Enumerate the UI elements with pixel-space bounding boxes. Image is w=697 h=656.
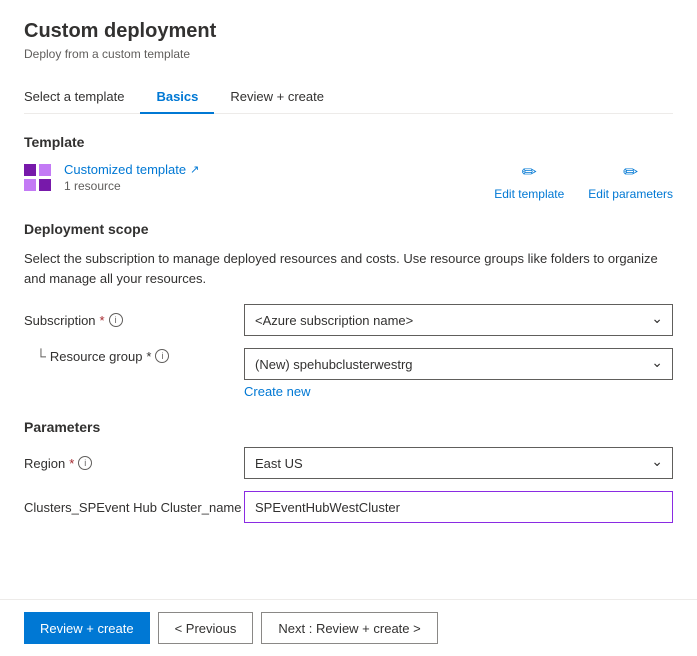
parameters-section: Parameters Region * i East US Clusters_S… bbox=[24, 419, 673, 523]
resource-group-row: Resource group * i (New) spehubclusterwe… bbox=[24, 348, 673, 380]
resource-group-required: * bbox=[146, 349, 151, 364]
scope-description: Select the subscription to manage deploy… bbox=[24, 249, 673, 288]
resource-group-info-icon[interactable]: i bbox=[155, 349, 169, 363]
resource-group-select-wrapper: (New) spehubclusterwestrg bbox=[244, 348, 673, 380]
subscription-select-wrapper: <Azure subscription name> bbox=[244, 304, 673, 336]
subscription-select[interactable]: <Azure subscription name> bbox=[244, 304, 673, 336]
template-actions: ✏ Edit template ✏ Edit parameters bbox=[494, 162, 673, 201]
deployment-scope-title: Deployment scope bbox=[24, 221, 673, 237]
tab-select-template[interactable]: Select a template bbox=[24, 81, 140, 114]
footer: Review + create < Previous Next : Review… bbox=[0, 599, 697, 656]
create-new-link[interactable]: Create new bbox=[244, 384, 673, 399]
next-button[interactable]: Next : Review + create > bbox=[261, 612, 437, 644]
tab-review-create[interactable]: Review + create bbox=[214, 81, 340, 114]
deployment-scope-section: Deployment scope Select the subscription… bbox=[24, 221, 673, 399]
edit-template-button[interactable]: ✏ Edit template bbox=[494, 162, 564, 201]
region-info-icon[interactable]: i bbox=[78, 456, 92, 470]
page-subtitle: Deploy from a custom template bbox=[24, 47, 673, 61]
template-link[interactable]: Customized template ↗ bbox=[64, 162, 199, 177]
pencil-icon-parameters: ✏ bbox=[623, 162, 638, 183]
pencil-icon-template: ✏ bbox=[522, 162, 537, 183]
template-section-title: Template bbox=[24, 134, 673, 150]
resource-group-control: (New) spehubclusterwestrg bbox=[244, 348, 673, 380]
cluster-name-row: Clusters_SPEvent Hub Cluster_name bbox=[24, 491, 673, 523]
subscription-row: Subscription * i <Azure subscription nam… bbox=[24, 304, 673, 336]
subscription-required: * bbox=[100, 313, 105, 328]
template-icon bbox=[24, 164, 52, 192]
region-select-wrapper: East US bbox=[244, 447, 673, 479]
parameters-title: Parameters bbox=[24, 419, 673, 435]
resource-group-select[interactable]: (New) spehubclusterwestrg bbox=[244, 348, 673, 380]
review-create-button[interactable]: Review + create bbox=[24, 612, 150, 644]
tab-basics[interactable]: Basics bbox=[140, 81, 214, 114]
template-resources: 1 resource bbox=[64, 179, 199, 193]
region-label: Region * i bbox=[24, 456, 244, 471]
region-required: * bbox=[69, 456, 74, 471]
subscription-control: <Azure subscription name> bbox=[244, 304, 673, 336]
previous-button[interactable]: < Previous bbox=[158, 612, 254, 644]
region-control: East US bbox=[244, 447, 673, 479]
region-row: Region * i East US bbox=[24, 447, 673, 479]
resource-group-label: Resource group * i bbox=[24, 348, 244, 364]
subscription-label: Subscription * i bbox=[24, 313, 244, 328]
cluster-name-control bbox=[244, 491, 673, 523]
edit-parameters-button[interactable]: ✏ Edit parameters bbox=[588, 162, 673, 201]
template-section: Template Customized template ↗ 1 resourc… bbox=[24, 134, 673, 201]
cluster-name-label: Clusters_SPEvent Hub Cluster_name bbox=[24, 500, 244, 515]
page-title: Custom deployment bbox=[24, 20, 673, 43]
tab-bar: Select a template Basics Review + create bbox=[24, 81, 673, 114]
external-link-icon: ↗ bbox=[190, 163, 199, 176]
region-select[interactable]: East US bbox=[244, 447, 673, 479]
subscription-info-icon[interactable]: i bbox=[109, 313, 123, 327]
cluster-name-input[interactable] bbox=[244, 491, 673, 523]
